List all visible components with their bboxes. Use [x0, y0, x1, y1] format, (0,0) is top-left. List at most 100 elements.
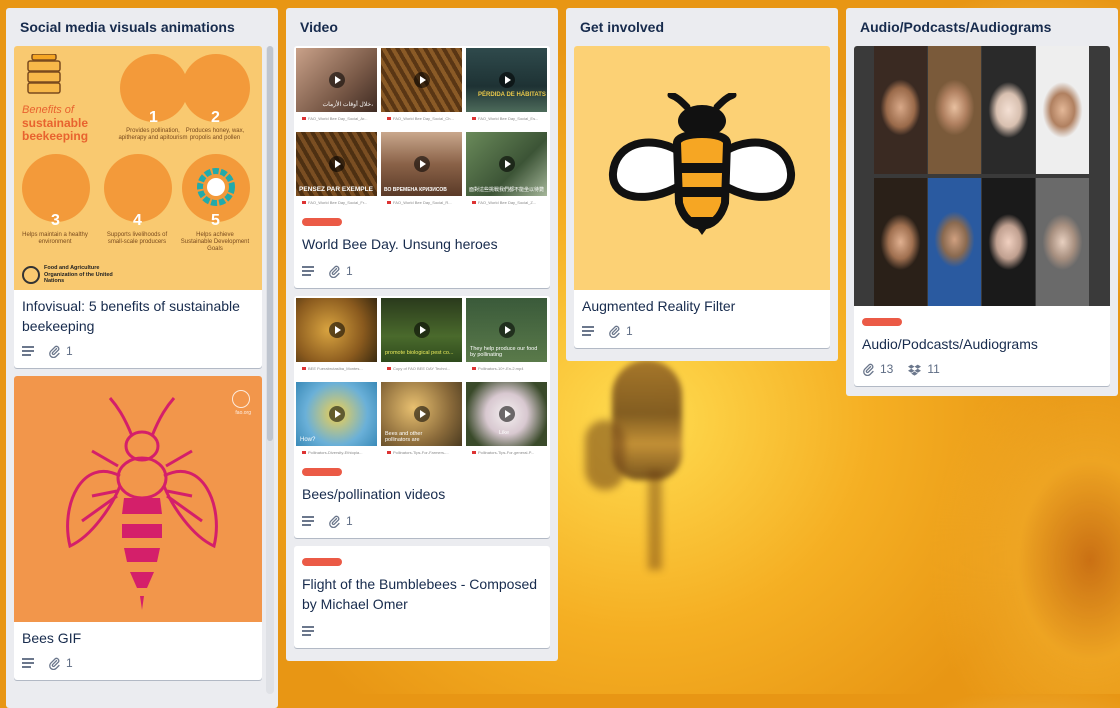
video-thumbnail: promote biological pest co... Copy of FA… [381, 298, 462, 374]
play-icon [414, 156, 430, 172]
list-get-involved: Get involved Augmented Reality Filter 1 [566, 8, 838, 361]
portrait-photo [928, 46, 981, 174]
thumbnail-overlay-text: Bees and other pollinators are [385, 431, 423, 443]
thumbnail-overlay-text: خلال أوقات الأزمات، [322, 102, 373, 108]
card-world-bee-day[interactable]: خلال أوقات الأزمات، FAO_World Bee Day_So… [294, 46, 550, 288]
play-icon [414, 406, 430, 422]
video-file-icon [472, 366, 476, 370]
card-title: Flight of the Bumblebees - Composed by M… [302, 576, 538, 612]
list-title[interactable]: Audio/Podcasts/Audiograms [854, 8, 1110, 46]
description-icon [302, 266, 314, 276]
card-augmented-reality-filter[interactable]: Augmented Reality Filter 1 [574, 46, 830, 348]
video-file-icon [302, 450, 306, 454]
description-icon [22, 346, 34, 356]
beehive-icon [27, 54, 61, 94]
video-thumbnail: How? Pollinators-Diversity-Ethiopia... [296, 382, 377, 458]
card-badges [302, 622, 542, 640]
card-cover-portrait-collage [854, 46, 1110, 306]
background-bee-wing [585, 420, 625, 490]
card-flight-of-the-bumblebees[interactable]: Flight of the Bumblebees - Composed by M… [294, 546, 550, 648]
benefit-text-5: Helps achieve Sustainable Development Go… [180, 232, 250, 252]
thumbnail-caption: Pollinators-10+-En-2.mp4 [478, 365, 524, 371]
card-bees-gif[interactable]: fao.org Bees GIF 1 [14, 376, 262, 680]
list-scrollbar-thumb[interactable] [267, 46, 273, 441]
play-icon [499, 156, 515, 172]
portrait-photo [1036, 178, 1089, 306]
card-badges: 1 [302, 512, 542, 530]
play-icon [329, 156, 345, 172]
list-title[interactable]: Social media visuals animations [14, 8, 270, 46]
portrait-photo [928, 178, 981, 306]
thumbnail-overlay-text: They help produce our food by pollinatin… [470, 346, 538, 358]
video-file-icon [387, 200, 391, 204]
portrait-photo [874, 46, 927, 174]
thumbnail-caption: Pollinators-Tips-For-general-P... [478, 449, 535, 455]
card-title: Infovisual: 5 benefits of sustainable be… [22, 298, 240, 334]
card-title: Augmented Reality Filter [582, 298, 736, 314]
card-badges: 1 [302, 262, 542, 280]
card-label-red[interactable] [862, 318, 902, 326]
card-bees-pollination-videos[interactable]: BEE Fuerabrutaslba_Montes... promote bio… [294, 296, 550, 538]
play-icon [499, 72, 515, 88]
attachment-badge: 13 [862, 362, 893, 376]
paperclip-icon [609, 325, 620, 338]
play-icon [329, 406, 345, 422]
list-social-media-visuals: Social media visuals animations Benefits… [6, 8, 278, 708]
video-file-icon [302, 366, 306, 370]
card-label-red[interactable] [302, 218, 342, 226]
fao-logo-caption: fao.org [235, 410, 251, 416]
fao-logo-icon [22, 266, 40, 284]
description-icon [302, 516, 314, 526]
paperclip-icon [49, 345, 60, 358]
thumbnail-caption: FAO_World Bee Day_Social_R... [393, 199, 452, 205]
video-thumbnail: Bees and other pollinators are Pollinato… [381, 382, 462, 458]
list-title[interactable]: Get involved [574, 8, 830, 46]
dropbox-icon [908, 364, 922, 376]
card-infovisual[interactable]: Benefits of sustainable beekeeping 1 Pro… [14, 46, 262, 368]
card-cover-bee-illustration: fao.org [14, 376, 262, 622]
card-title: Bees GIF [22, 630, 82, 646]
play-icon [499, 406, 515, 422]
thumbnail-overlay-text: How? [300, 437, 316, 443]
video-thumbnail: 面對這些挑戰我們都不能坐以待斃 FAO_World Bee Day_Social… [466, 132, 547, 208]
card-cover-infographic: Benefits of sustainable beekeeping 1 Pro… [14, 46, 262, 290]
card-title: Audio/Podcasts/Audiograms [862, 336, 1038, 352]
fao-logo-icon [232, 390, 250, 408]
card-badges: 1 [22, 654, 254, 672]
play-icon [329, 72, 345, 88]
video-thumbnail: BEE Fuerabrutaslba_Montes... [296, 298, 377, 374]
thumbnail-overlay-text: ВО ВРЕМЕНА КРИЗИСОВ [384, 187, 447, 193]
list-video: Video خلال أوقات الأزمات، FAO_World Bee … [286, 8, 558, 661]
card-title: World Bee Day. Unsung heroes [302, 236, 498, 252]
thumbnail-overlay-text: promote biological pest co... [385, 350, 454, 356]
video-file-icon [387, 450, 391, 454]
benefit-text-3: Helps maintain a healthy environment [22, 232, 88, 245]
list-title[interactable]: Video [294, 8, 550, 46]
thumbnail-caption: FAO_World Bee Day_Social_Ch... [393, 115, 454, 121]
card-label-red[interactable] [302, 468, 342, 476]
card-label-red[interactable] [302, 558, 342, 566]
play-icon [329, 322, 345, 338]
video-thumbnail: PENSEZ PAR EXEMPLE FAO_World Bee Day_Soc… [296, 132, 377, 208]
thumbnail-caption: FAO_World Bee Day_Social_Z... [478, 199, 537, 205]
portrait-photo [982, 46, 1035, 174]
bee-logo-icon [609, 93, 795, 235]
video-thumbnail-grid: BEE Fuerabrutaslba_Montes... promote bio… [294, 298, 550, 458]
card-audio-podcasts-audiograms[interactable]: Audio/Podcasts/Audiograms 13 11 [854, 46, 1110, 386]
thumbnail-overlay-text: Like [499, 430, 510, 436]
benefit-number-5: 5 [211, 212, 220, 229]
description-icon [582, 326, 594, 336]
infographic-heading: Benefits of sustainable beekeeping [22, 104, 89, 143]
description-icon [22, 658, 34, 668]
thumbnail-overlay-text: 面對這些挑戰我們都不能坐以待斃 [469, 187, 545, 193]
thumbnail-caption: Pollinators-Tips-For-Farmers-... [393, 449, 449, 455]
description-icon [302, 626, 314, 636]
attachment-badge: 1 [328, 514, 353, 528]
video-file-icon [387, 366, 391, 370]
paperclip-icon [863, 363, 874, 376]
card-badges: 1 [22, 342, 254, 360]
thumbnail-overlay-text: PENSEZ PAR EXEMPLE [299, 186, 373, 193]
video-file-icon [472, 450, 476, 454]
attachment-count: 1 [66, 344, 73, 358]
list-audio-podcasts: Audio/Podcasts/Audiograms Audio/Podcasts… [846, 8, 1118, 396]
